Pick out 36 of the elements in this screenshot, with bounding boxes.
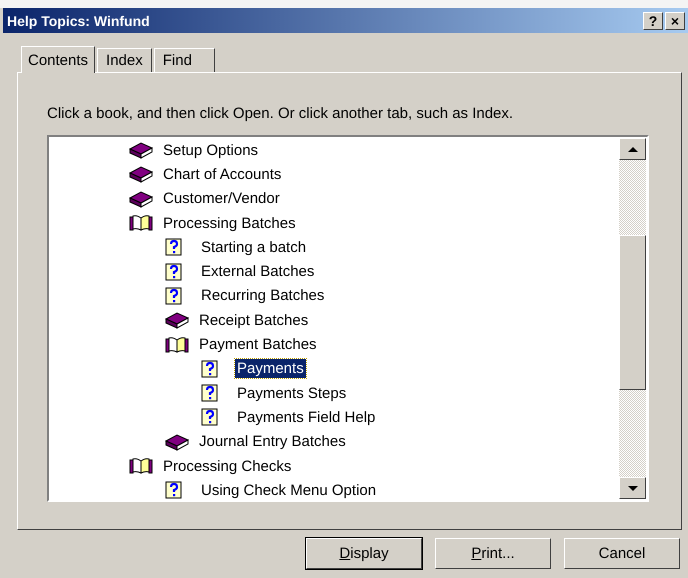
- tree-item[interactable]: Starting a batch: [199, 238, 308, 257]
- tree-item[interactable]: Customer/Vendor: [161, 189, 282, 208]
- tab[interactable]: Contents: [21, 46, 96, 73]
- help-button[interactable]: ?: [643, 12, 663, 30]
- dialog-button[interactable]: Display: [306, 538, 422, 569]
- help-page-icon: [165, 262, 183, 281]
- tab[interactable]: Index: [97, 48, 152, 72]
- help-page-icon: [201, 360, 219, 378]
- tree-item[interactable]: Using Check Menu Option: [199, 480, 378, 500]
- tree-item[interactable]: Payment Batches: [197, 335, 319, 354]
- dialog-button[interactable]: Print...: [435, 538, 551, 569]
- dialog-button[interactable]: Cancel: [564, 538, 680, 569]
- scroll-up-button[interactable]: [619, 138, 646, 160]
- help-page-icon: [201, 408, 219, 426]
- tree-item[interactable]: Chart of Accounts: [161, 164, 284, 184]
- tree-item[interactable]: Recurring Batches: [199, 286, 326, 306]
- help-page-icon: [165, 286, 183, 305]
- tree-item[interactable]: Journal Entry Batches: [197, 432, 348, 452]
- window-title: Help Topics: Winfund: [7, 12, 150, 28]
- tree-item[interactable]: Processing Batches: [161, 214, 298, 233]
- scrollbar[interactable]: [618, 137, 647, 500]
- tree-item[interactable]: External Batches: [199, 262, 316, 282]
- tab[interactable]: Find: [154, 48, 215, 72]
- scroll-thumb[interactable]: [619, 235, 646, 390]
- scroll-down-button[interactable]: [619, 477, 646, 499]
- tree-item[interactable]: Payments Steps: [235, 384, 348, 403]
- help-page-icon: [165, 481, 183, 500]
- tree-item[interactable]: Receipt Batches: [197, 310, 310, 330]
- tree-item[interactable]: Payments Field Help: [235, 408, 378, 427]
- help-page-icon: [201, 384, 219, 402]
- tree-item[interactable]: Processing Checks: [161, 456, 294, 476]
- close-button[interactable]: ×: [665, 12, 685, 30]
- help-page-icon: [165, 238, 183, 256]
- tree-item[interactable]: Payments: [235, 359, 306, 378]
- tree-item[interactable]: Setup Options: [161, 140, 260, 160]
- instruction-text: Click a book, and then click Open. Or click another tab, such as Index.: [47, 105, 514, 124]
